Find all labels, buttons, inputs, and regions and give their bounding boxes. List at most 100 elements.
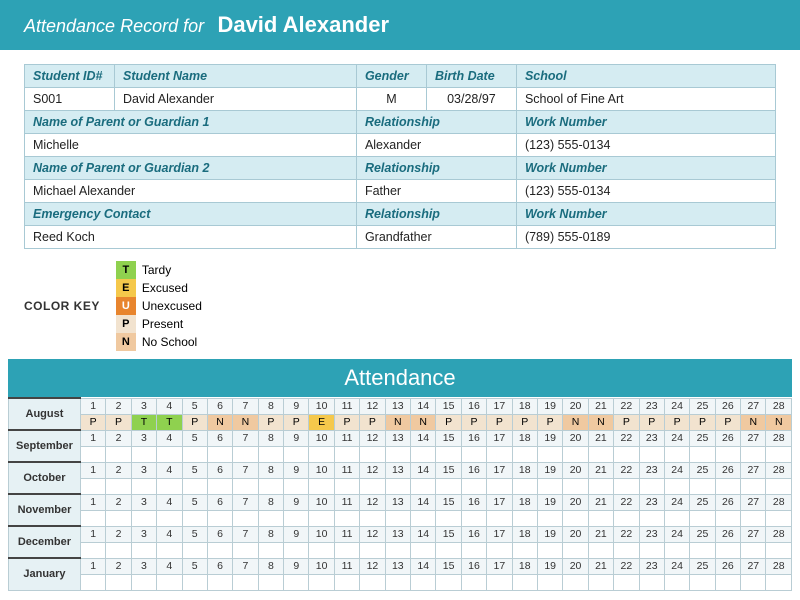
student-id-header: Student ID# (25, 65, 115, 88)
day-number: 13 (385, 526, 410, 542)
day-number: 16 (461, 398, 486, 414)
day-number: 16 (461, 494, 486, 510)
month-label: December (9, 526, 81, 558)
day-number: 3 (131, 526, 156, 542)
attendance-cell: P (614, 414, 639, 430)
attendance-cell (233, 478, 258, 494)
day-number: 24 (664, 558, 689, 574)
guardian1-name: Michelle (25, 134, 357, 157)
day-number: 15 (436, 558, 461, 574)
day-number: 6 (207, 398, 232, 414)
color-key-text: Excused (142, 281, 188, 295)
attendance-cell (131, 446, 156, 462)
color-key-item: PPresent (116, 315, 202, 333)
guardian2-name: Michael Alexander (25, 180, 357, 203)
attendance-cell (690, 510, 715, 526)
attendance-cell (106, 542, 131, 558)
day-number: 10 (309, 398, 334, 414)
attendance-cell: N (385, 414, 410, 430)
day-number: 24 (664, 494, 689, 510)
day-number: 17 (487, 430, 512, 446)
day-number: 22 (614, 558, 639, 574)
attendance-cell (284, 574, 309, 590)
day-number: 14 (411, 398, 436, 414)
day-number: 20 (563, 462, 588, 478)
guardian2-header: Name of Parent or Guardian 2 (25, 157, 357, 180)
birthdate-header: Birth Date (426, 65, 516, 88)
attendance-cell: N (233, 414, 258, 430)
day-number: 23 (639, 430, 664, 446)
attendance-cell (411, 574, 436, 590)
attendance-cell (639, 574, 664, 590)
attendance-cell (741, 542, 766, 558)
day-number: 18 (512, 462, 537, 478)
attendance-cell (411, 478, 436, 494)
day-number: 13 (385, 558, 410, 574)
day-number: 15 (436, 430, 461, 446)
attendance-cell (385, 510, 410, 526)
day-number: 3 (131, 462, 156, 478)
day-number: 9 (284, 398, 309, 414)
attendance-cell (766, 478, 792, 494)
attendance-cell (487, 510, 512, 526)
day-number: 21 (588, 558, 613, 574)
guardian1-work-number: (123) 555-0134 (516, 134, 775, 157)
day-number: 28 (766, 430, 792, 446)
day-number: 11 (334, 494, 359, 510)
color-key-swatch: T (116, 261, 136, 279)
day-number: 1 (80, 494, 105, 510)
day-number: 12 (360, 462, 385, 478)
attendance-cell (360, 478, 385, 494)
day-number: 15 (436, 494, 461, 510)
day-number: 7 (233, 398, 258, 414)
color-key-item: EExcused (116, 279, 202, 297)
attendance-cell (80, 510, 105, 526)
attendance-cell (309, 510, 334, 526)
attendance-cell (360, 446, 385, 462)
day-number: 28 (766, 494, 792, 510)
day-number: 10 (309, 430, 334, 446)
attendance-cell: P (715, 414, 740, 430)
day-number: 25 (690, 462, 715, 478)
day-number: 8 (258, 398, 283, 414)
day-number: 28 (766, 558, 792, 574)
relationship-header-2: Relationship (356, 157, 516, 180)
attendance-cell (512, 510, 537, 526)
color-key-label: COLOR KEY (24, 299, 100, 313)
attendance-cell (537, 510, 562, 526)
day-number: 20 (563, 526, 588, 542)
attendance-cell (182, 542, 207, 558)
day-number: 15 (436, 462, 461, 478)
day-number: 5 (182, 494, 207, 510)
emergency-header: Emergency Contact (25, 203, 357, 226)
day-number: 2 (106, 462, 131, 478)
day-number: 4 (157, 398, 182, 414)
day-number: 21 (588, 526, 613, 542)
day-number: 9 (284, 430, 309, 446)
attendance-cell (664, 446, 689, 462)
attendance-cell (284, 510, 309, 526)
day-number: 16 (461, 558, 486, 574)
attendance-cell (436, 446, 461, 462)
day-number: 23 (639, 558, 664, 574)
attendance-cell (715, 478, 740, 494)
day-number: 13 (385, 494, 410, 510)
attendance-cell: P (258, 414, 283, 430)
attendance-cell (106, 446, 131, 462)
school-header: School (516, 65, 775, 88)
attendance-cell (207, 542, 232, 558)
month-label: September (9, 430, 81, 462)
attendance-cell (766, 574, 792, 590)
attendance-cell (766, 542, 792, 558)
attendance-cell (588, 574, 613, 590)
day-number: 19 (537, 462, 562, 478)
attendance-cell (588, 478, 613, 494)
color-key-text: Present (142, 317, 183, 331)
day-number: 24 (664, 462, 689, 478)
day-number: 11 (334, 430, 359, 446)
attendance-cell (664, 478, 689, 494)
attendance-cell (487, 574, 512, 590)
day-number: 23 (639, 462, 664, 478)
student-name-header: Student Name (115, 65, 357, 88)
attendance-cell (690, 574, 715, 590)
